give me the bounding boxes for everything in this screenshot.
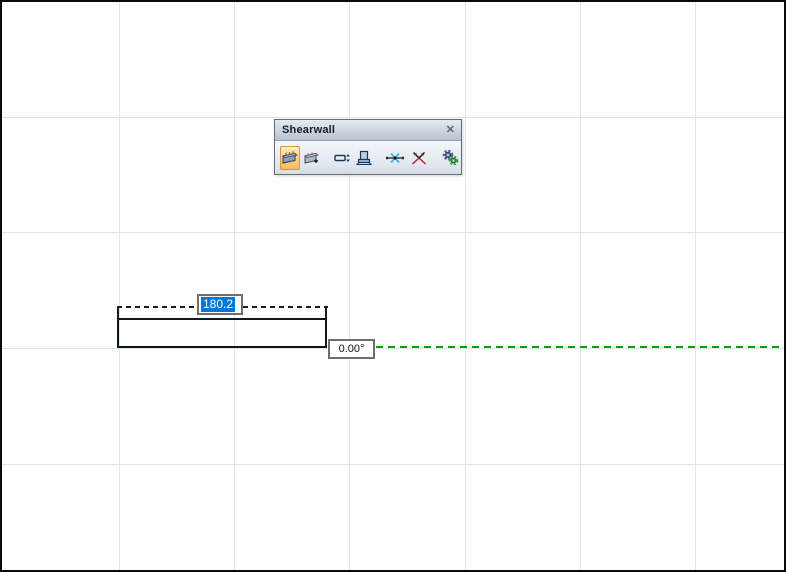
wall-dimension-icon	[333, 151, 351, 165]
dimension-value-selected-text: 180.2	[201, 297, 236, 312]
gridline	[580, 2, 581, 570]
gridline	[234, 2, 235, 570]
angle-readout: 0.00°	[328, 339, 375, 359]
wall-dimension-button[interactable]	[332, 146, 352, 170]
gridline	[119, 2, 120, 570]
shearwall-draw-icon	[281, 150, 299, 166]
column-base-button[interactable]	[354, 146, 374, 170]
shearwall-toolbar: Shearwall ✕	[274, 119, 462, 175]
alignment-dashed-line	[376, 346, 784, 348]
toolbar-title: Shearwall	[282, 124, 336, 136]
dimension-input[interactable]: 180.2	[197, 294, 243, 315]
dimension-witness-tick	[117, 306, 119, 320]
angle-value: 0.00°	[338, 343, 365, 355]
gridline	[695, 2, 696, 570]
axis-snap-button[interactable]	[384, 146, 406, 170]
toolbar-titlebar[interactable]: Shearwall ✕	[275, 120, 461, 141]
shearwall-add-button[interactable]	[302, 146, 322, 170]
gridline	[2, 464, 784, 465]
shearwall-add-icon	[303, 150, 321, 166]
settings-button[interactable]	[440, 146, 460, 170]
dimension-witness-tick	[325, 306, 327, 320]
gridline	[349, 2, 350, 570]
axis-delete-icon	[409, 150, 429, 166]
gridline	[2, 348, 784, 349]
shearwall-draw-button[interactable]	[280, 145, 300, 170]
column-base-icon	[355, 150, 373, 166]
drawing-canvas[interactable]: 180.2 0.00° Shearwall ✕	[0, 0, 786, 572]
settings-gears-icon	[441, 149, 459, 166]
gridline	[465, 2, 466, 570]
gridline	[2, 117, 784, 118]
toolbar-body	[275, 141, 461, 174]
gridline	[2, 232, 784, 233]
axis-snap-icon	[385, 150, 405, 166]
shearwall-preview-rect	[117, 318, 327, 348]
axis-delete-button[interactable]	[408, 146, 430, 170]
close-icon[interactable]: ✕	[446, 124, 455, 136]
